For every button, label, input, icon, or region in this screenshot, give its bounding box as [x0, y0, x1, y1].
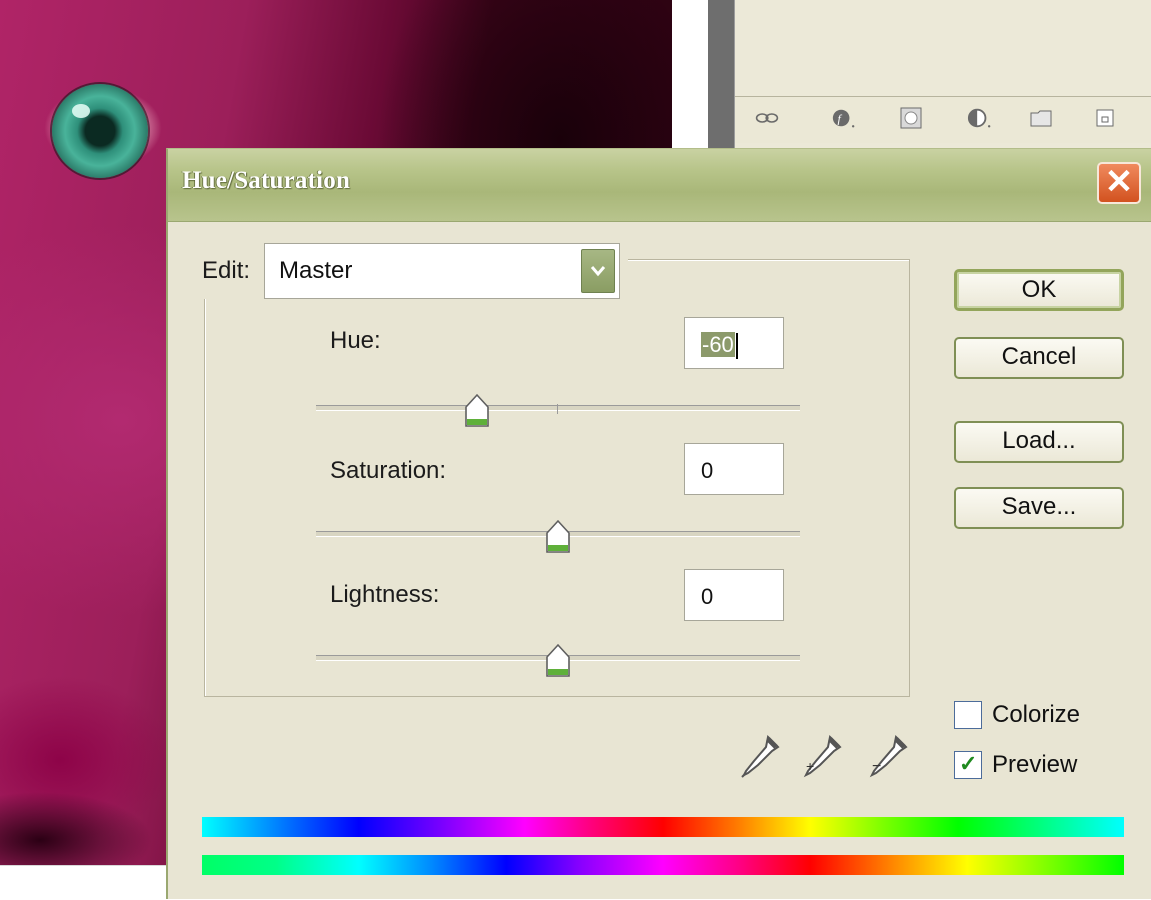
saturation-label: Saturation: [330, 457, 447, 484]
close-button[interactable]: ✕ [1097, 162, 1141, 204]
layer-style-icon[interactable]: f [831, 107, 855, 129]
eyedropper-minus-icon[interactable]: − [866, 733, 910, 781]
colorize-label: Colorize [992, 701, 1081, 728]
hue-slider-thumb[interactable] [463, 393, 491, 429]
eye-glint [72, 104, 90, 118]
hue-slider-track[interactable] [316, 405, 800, 411]
close-icon: ✕ [1104, 163, 1134, 201]
preview-label: Preview [992, 751, 1078, 778]
colorize-option[interactable]: Colorize [954, 701, 1080, 729]
text-caret [735, 333, 738, 360]
chevron-down-icon[interactable] [581, 249, 616, 293]
lightness-input-value: 0 [701, 584, 714, 609]
hue-label: Hue: [330, 327, 381, 354]
edit-dropdown[interactable]: Master [264, 243, 621, 299]
layer-mask-icon[interactable] [899, 107, 923, 129]
lightness-label: Lightness: [330, 581, 440, 608]
input-color-spectrum [202, 817, 1124, 837]
hue-input[interactable]: -60 [684, 317, 784, 369]
preview-checkbox[interactable]: ✓ [954, 751, 982, 779]
checkmark-icon: ✓ [959, 751, 978, 776]
lightness-input[interactable]: 0 [684, 569, 784, 621]
hue-slider-center-tick [557, 404, 558, 414]
adjustment-layer-icon[interactable] [967, 107, 991, 129]
panel-divider [708, 0, 734, 170]
layers-toolbar: f [735, 96, 1151, 143]
adjustment-group [204, 259, 910, 697]
output-color-spectrum [202, 855, 1124, 875]
load-button[interactable]: Load... [954, 421, 1124, 463]
saturation-input-value: 0 [701, 458, 714, 483]
ok-button[interactable]: OK [954, 269, 1124, 311]
hue-input-value: -60 [701, 332, 735, 357]
layers-panel: f [734, 0, 1151, 170]
hue-saturation-dialog: Hue/Saturation ✕ Edit: Master Hue: -60 S… [166, 148, 1151, 899]
colorize-checkbox[interactable] [954, 701, 982, 729]
folder-icon[interactable] [1029, 107, 1053, 129]
svg-text:−: − [872, 758, 881, 775]
link-icon[interactable] [755, 107, 779, 129]
edit-dropdown-value: Master [279, 257, 353, 284]
saturation-input[interactable]: 0 [684, 443, 784, 495]
svg-text:+: + [806, 758, 814, 774]
dialog-titlebar[interactable]: Hue/Saturation ✕ [168, 149, 1151, 222]
new-layer-icon[interactable] [1093, 107, 1117, 129]
saturation-slider-thumb[interactable] [544, 519, 572, 555]
mouth-shadow [0, 760, 170, 865]
eye-iris [52, 84, 148, 178]
lightness-slider-thumb[interactable] [544, 643, 572, 679]
cancel-button[interactable]: Cancel [954, 337, 1124, 379]
preview-option[interactable]: ✓ Preview [954, 751, 1077, 779]
dialog-title: Hue/Saturation [182, 167, 351, 194]
edit-row: Edit: Master [194, 243, 629, 299]
eyedropper-plus-icon[interactable]: + [800, 733, 844, 781]
eyedropper-icon[interactable] [738, 733, 782, 781]
workspace-gap [672, 0, 710, 170]
edit-label: Edit: [202, 257, 251, 284]
save-button[interactable]: Save... [954, 487, 1124, 529]
